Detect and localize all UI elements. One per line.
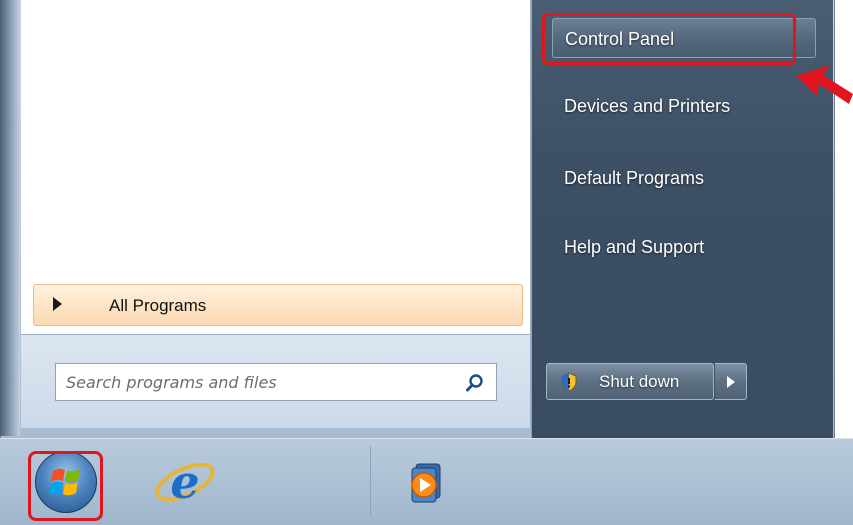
start-button-highlight (28, 451, 103, 521)
all-programs-button[interactable]: All Programs (33, 284, 523, 326)
search-input[interactable] (66, 372, 446, 392)
devices-and-printers-item[interactable]: Devices and Printers (552, 86, 816, 126)
default-programs-item[interactable]: Default Programs (552, 158, 816, 198)
internet-explorer-button[interactable]: e (150, 446, 220, 518)
all-programs-label: All Programs (109, 296, 207, 315)
shutdown-button[interactable]: Shut down (546, 363, 714, 400)
menu-left-edge (0, 0, 20, 436)
internet-explorer-icon: e (155, 455, 215, 509)
control-panel-highlight (542, 13, 796, 65)
pane-divider (531, 0, 532, 438)
search-box[interactable] (55, 363, 497, 401)
shutdown-label: Shut down (599, 372, 680, 391)
help-and-support-item[interactable]: Help and Support (552, 227, 816, 267)
taskbar-divider (370, 446, 371, 516)
chevron-right-icon (727, 376, 735, 388)
red-arrow-annotation (796, 65, 853, 104)
svg-text:e: e (170, 455, 199, 509)
expand-arrow-icon (53, 297, 62, 311)
media-player-button[interactable] (396, 446, 458, 518)
media-player-icon (411, 463, 441, 503)
shutdown-options-button[interactable] (714, 363, 747, 400)
search-icon[interactable] (465, 373, 485, 393)
uac-shield-icon (561, 372, 577, 392)
